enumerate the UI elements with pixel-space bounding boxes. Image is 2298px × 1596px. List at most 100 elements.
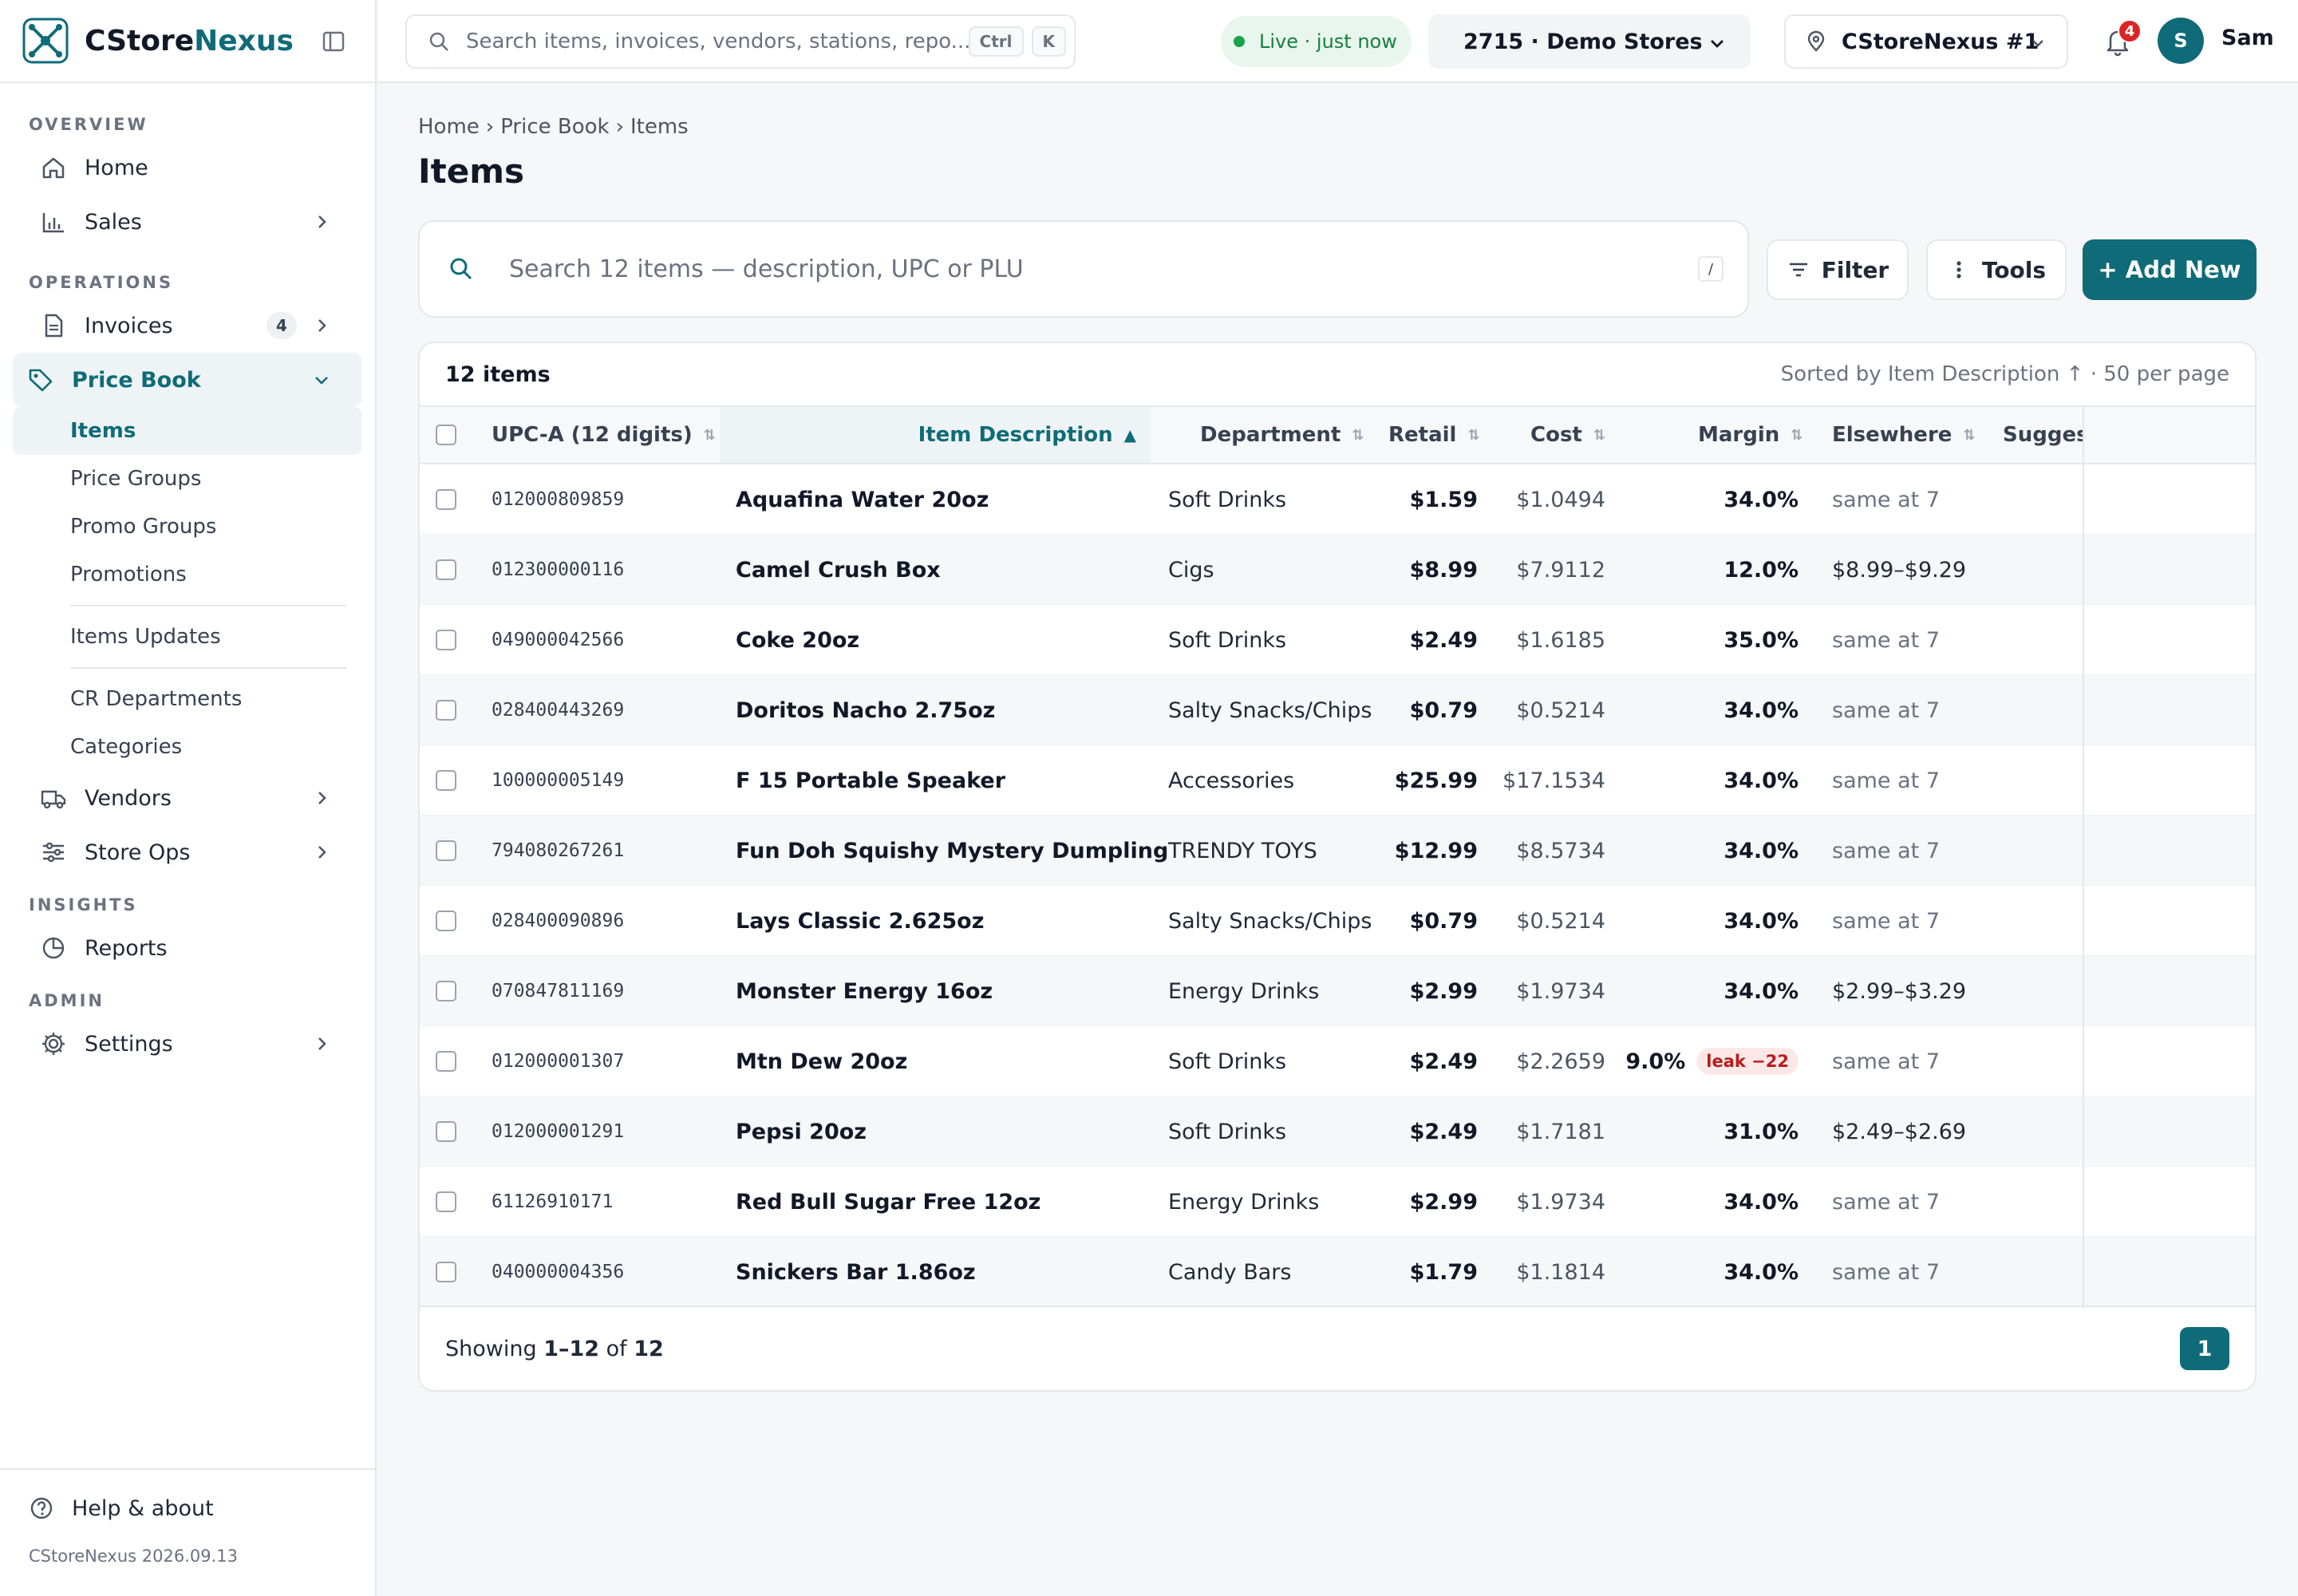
sidebar-item-home[interactable]: Home <box>13 140 362 195</box>
cell-retail: $0.79 <box>1409 697 1478 723</box>
col-cost[interactable]: Cost ⇅ <box>1530 407 1605 463</box>
row-checkbox[interactable] <box>436 981 456 1001</box>
row-checkbox[interactable] <box>436 489 456 510</box>
app-name: CStoreNexus <box>85 24 294 57</box>
sidebar-subitem-items[interactable]: Items <box>13 407 362 455</box>
sliders-icon <box>43 842 64 863</box>
cell-description[interactable]: Aquafina Water 20oz <box>736 464 989 535</box>
col-suggested[interactable]: Sugges <box>2003 407 2083 463</box>
global-search-input[interactable]: Search items, invoices, vendors, station… <box>405 14 1076 69</box>
chevron-down-icon <box>315 377 328 385</box>
cell-description[interactable]: Camel Crush Box <box>736 535 941 605</box>
cell-description[interactable]: Coke 20oz <box>736 605 859 675</box>
row-checkbox[interactable] <box>436 559 456 580</box>
table-row[interactable]: 012000001307 Mtn Dew 20oz Soft Drinks $2.49… <box>420 1026 2255 1096</box>
row-checkbox[interactable] <box>436 1262 456 1282</box>
store-select[interactable]: CStoreNexus #1 <box>1784 14 2068 69</box>
sidebar-item-invoices[interactable]: Invoices 4 <box>13 298 362 353</box>
org-select[interactable]: 2715 · Demo Stores <box>1428 14 1751 69</box>
table-row[interactable]: 61126910171 Red Bull Sugar Free 12oz Energ… <box>420 1167 2255 1237</box>
breadcrumb-price-book[interactable]: Price Book <box>500 115 609 139</box>
sidebar-subitem-items-updates[interactable]: Items Updates <box>13 613 362 661</box>
help-label: Help & about <box>72 1495 214 1521</box>
margin-value: 34.0% <box>1724 908 1799 934</box>
page-button-1[interactable]: 1 <box>2180 1327 2229 1370</box>
sidebar-subitem-promotions[interactable]: Promotions <box>13 551 362 598</box>
cell-description[interactable]: Monster Energy 16oz <box>736 956 993 1026</box>
table-row[interactable]: 012300000116 Camel Crush Box Cigs $8.99 $7.9… <box>420 535 2255 605</box>
filter-label: Filter <box>1821 256 1889 283</box>
cell-department: Soft Drinks <box>1168 1119 1287 1144</box>
column-divider <box>2083 407 2084 1309</box>
table-row[interactable]: 049000042566 Coke 20oz Soft Drinks $2.49 $1.… <box>420 605 2255 675</box>
user-name[interactable]: Sam <box>2221 26 2274 50</box>
tools-label: Tools <box>1981 256 2047 283</box>
cell-retail: $1.59 <box>1409 487 1478 512</box>
cell-description[interactable]: Fun Doh Squishy Mystery Dumpling <box>736 816 1168 886</box>
table-row[interactable]: 028400090896 Lays Classic 2.625oz Salty Sn… <box>420 886 2255 956</box>
col-description[interactable]: Item Description ▲ <box>720 407 1151 463</box>
col-retail[interactable]: Retail ⇅ <box>1388 407 1480 463</box>
row-checkbox[interactable] <box>436 1121 456 1142</box>
cell-description[interactable]: Red Bull Sugar Free 12oz <box>736 1167 1040 1237</box>
sidebar-item-sales[interactable]: Sales <box>13 195 362 249</box>
sidebar-item-reports[interactable]: Reports <box>13 921 362 975</box>
table-row[interactable]: 012000809859 Aquafina Water 20oz Soft Drin… <box>420 464 2255 535</box>
help-about-link[interactable]: Help & about <box>0 1470 375 1547</box>
chevron-right-icon <box>318 1037 326 1050</box>
sidebar-subitem-categories[interactable]: Categories <box>13 723 362 771</box>
cell-description[interactable]: Lays Classic 2.625oz <box>736 886 984 956</box>
select-all-checkbox[interactable] <box>436 425 456 445</box>
sidebar-item-label: Invoices <box>85 313 173 338</box>
row-checkbox[interactable] <box>436 840 456 861</box>
chevron-down-icon <box>1711 40 1724 48</box>
sidebar-item-price-book[interactable]: Price Book <box>13 353 362 407</box>
table-row[interactable]: 100000005149 F 15 Portable Speaker Accesso… <box>420 745 2255 816</box>
items-search-input[interactable]: Search 12 items — description, UPC or PL… <box>418 220 1749 318</box>
avatar[interactable]: S <box>2158 18 2204 64</box>
sidebar-item-store-ops[interactable]: Store Ops <box>13 825 362 879</box>
table-row[interactable]: 028400443269 Doritos Nacho 2.75oz Salty Sn… <box>420 675 2255 745</box>
col-margin[interactable]: Margin ⇅ <box>1698 407 1802 463</box>
cell-description[interactable]: Mtn Dew 20oz <box>736 1026 907 1096</box>
collapse-sidebar-icon[interactable] <box>321 29 346 54</box>
cell-elsewhere: same at 7 <box>1832 1189 1940 1215</box>
row-checkbox[interactable] <box>436 911 456 931</box>
table-row[interactable]: 040000004356 Snickers Bar 1.86oz Candy Bar… <box>420 1237 2255 1307</box>
cell-retail: $0.79 <box>1409 908 1478 934</box>
table-row[interactable]: 794080267261 Fun Doh Squishy Mystery Dump… <box>420 816 2255 886</box>
cell-upc: 61126910171 <box>492 1191 614 1212</box>
help-icon <box>30 1497 53 1519</box>
add-new-button[interactable]: + Add New <box>2083 239 2257 300</box>
cell-cost: $17.1534 <box>1502 768 1605 793</box>
col-elsewhere[interactable]: Elsewhere ⇅ <box>1832 407 1976 463</box>
filter-button[interactable]: Filter <box>1767 239 1909 300</box>
table-row[interactable]: 070847811169 Monster Energy 16oz Energy Dr… <box>420 956 2255 1026</box>
table-row[interactable]: 012000001291 Pepsi 20oz Soft Drinks $2.49 $1… <box>420 1096 2255 1167</box>
breadcrumb-items: Items <box>630 115 689 139</box>
col-department[interactable]: Department ⇅ <box>1200 407 1364 463</box>
col-upc[interactable]: UPC-A (12 digits) ⇅ <box>492 407 716 463</box>
cell-description[interactable]: Doritos Nacho 2.75oz <box>736 675 995 745</box>
cell-elsewhere: same at 7 <box>1832 1049 1940 1074</box>
row-checkbox[interactable] <box>436 630 456 650</box>
sidebar-item-settings[interactable]: Settings <box>13 1017 362 1071</box>
sidebar-subitem-cr-departments[interactable]: CR Departments <box>13 675 362 723</box>
cell-description[interactable]: F 15 Portable Speaker <box>736 745 1005 816</box>
row-checkbox[interactable] <box>436 1051 456 1072</box>
sort-icon: ⇅ <box>1791 426 1803 444</box>
margin-value: 12.0% <box>1724 557 1799 583</box>
sidebar-subitem-price-groups[interactable]: Price Groups <box>13 455 362 503</box>
sidebar-item-vendors[interactable]: Vendors <box>13 771 362 825</box>
cell-elsewhere: same at 7 <box>1832 1259 1940 1285</box>
margin-value: 9.0% <box>1625 1049 1686 1074</box>
cell-description[interactable]: Pepsi 20oz <box>736 1096 867 1167</box>
tools-button[interactable]: Tools <box>1926 239 2067 300</box>
row-checkbox[interactable] <box>436 700 456 721</box>
row-checkbox[interactable] <box>436 770 456 791</box>
row-checkbox[interactable] <box>436 1191 456 1212</box>
cell-retail: $2.49 <box>1409 627 1478 653</box>
breadcrumb-home[interactable]: Home <box>418 115 480 139</box>
cell-description[interactable]: Snickers Bar 1.86oz <box>736 1237 976 1307</box>
sidebar-subitem-promo-groups[interactable]: Promo Groups <box>13 503 362 551</box>
